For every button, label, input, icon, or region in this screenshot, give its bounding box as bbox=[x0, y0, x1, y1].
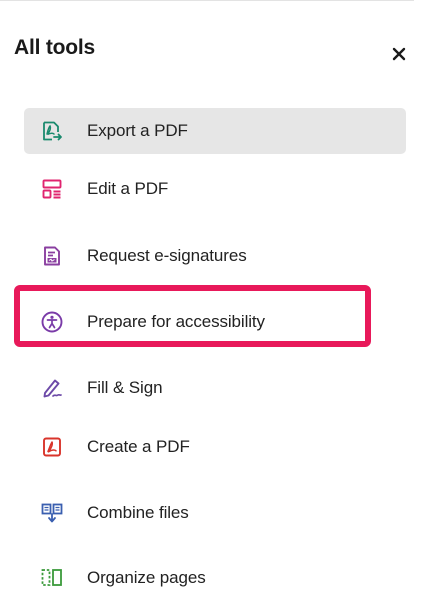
tool-item-organize-pages[interactable]: Organize pages bbox=[24, 555, 406, 601]
tool-item-edit-pdf[interactable]: Edit a PDF bbox=[24, 166, 406, 212]
export-pdf-icon bbox=[40, 119, 64, 143]
tool-label-edit-pdf: Edit a PDF bbox=[87, 179, 169, 198]
tool-label-fill-sign: Fill & Sign bbox=[87, 378, 163, 397]
accessibility-icon bbox=[40, 310, 64, 334]
tool-label-create-pdf: Create a PDF bbox=[87, 437, 190, 456]
tool-list: Export a PDF Edit a PDF Request e-signat… bbox=[0, 0, 427, 588]
tool-label-organize-pages: Organize pages bbox=[87, 568, 206, 587]
edit-pdf-icon bbox=[40, 177, 64, 201]
organize-pages-icon bbox=[40, 566, 64, 590]
create-pdf-icon bbox=[40, 435, 64, 459]
tool-item-create-pdf[interactable]: Create a PDF bbox=[24, 424, 406, 470]
tool-item-fill-sign[interactable]: Fill & Sign bbox=[24, 365, 406, 411]
tool-label-export-pdf: Export a PDF bbox=[87, 121, 188, 140]
tool-item-prepare-accessibility[interactable]: Prepare for accessibility bbox=[24, 299, 406, 345]
tool-item-export-pdf[interactable]: Export a PDF bbox=[24, 108, 406, 154]
request-esign-icon bbox=[40, 244, 64, 268]
tool-item-combine-files[interactable]: Combine files bbox=[24, 490, 406, 536]
fill-sign-icon bbox=[40, 376, 64, 400]
tool-label-prepare-accessibility: Prepare for accessibility bbox=[87, 312, 265, 331]
combine-files-icon bbox=[40, 501, 64, 525]
tool-label-combine-files: Combine files bbox=[87, 503, 189, 522]
tool-label-request-esignatures: Request e-signatures bbox=[87, 246, 247, 265]
tool-item-request-esignatures[interactable]: Request e-signatures bbox=[24, 233, 406, 279]
